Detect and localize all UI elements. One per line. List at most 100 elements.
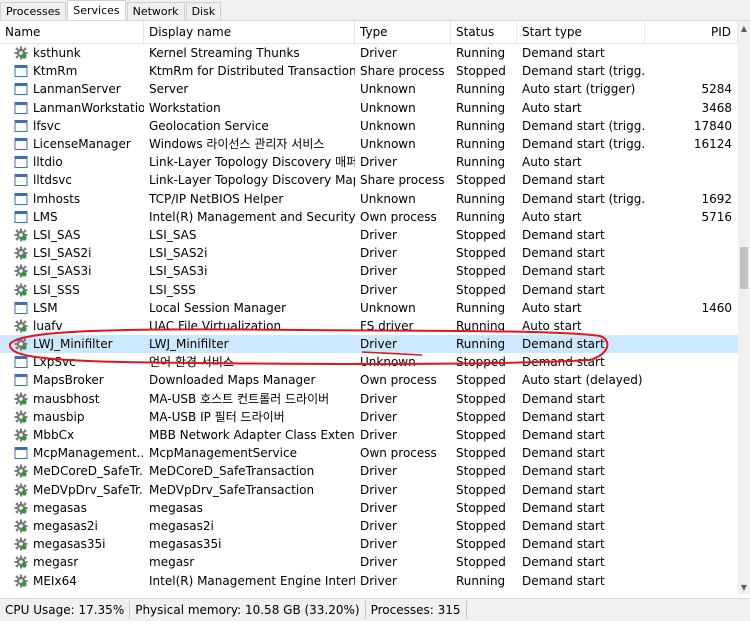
services-list: Name Display name Type Status Start type…: [0, 21, 738, 594]
column-header-status[interactable]: Status: [451, 21, 517, 43]
service-name-cell: lltdio: [0, 153, 144, 171]
service-start-type: Auto start: [522, 318, 582, 333]
table-row[interactable]: mausbhost MA-USB 호스트 컨트롤러 드라이버 Driver Stopp…: [0, 390, 738, 408]
table-row[interactable]: LanmanWorkstation Workstation Unknown Runni…: [0, 99, 738, 117]
service-type: Share process: [360, 173, 445, 188]
table-row[interactable]: LSI_SAS2i LSI_SAS2i Driver Stopped Demand st…: [0, 244, 738, 262]
service-display-name: Geolocation Service: [149, 118, 269, 133]
service-name-cell: LanmanServer: [0, 80, 144, 98]
gear-icon: [14, 501, 28, 515]
service-display-name: Server: [149, 82, 189, 97]
table-row[interactable]: megasas megasas Driver Stopped Demand start: [0, 499, 738, 517]
table-row[interactable]: LSI_SSS LSI_SSS Driver Stopped Demand start: [0, 280, 738, 298]
service-display-name: MeDVpDrv_SafeTransaction: [149, 482, 315, 497]
service-name-cell: ksthunk: [0, 44, 144, 62]
column-header-name[interactable]: Name: [0, 21, 144, 43]
table-row[interactable]: megasr megasr Driver Stopped Demand start: [0, 553, 738, 571]
service-display-name: LWJ_Minifilter: [149, 337, 229, 352]
tab-processes[interactable]: Processes: [0, 2, 67, 20]
service-status: Stopped: [456, 446, 506, 461]
service-name: mausbhost: [33, 391, 100, 406]
service-start-type: Demand start: [522, 173, 605, 188]
column-header-start-type[interactable]: Start type: [517, 21, 645, 43]
service-status: Running: [456, 318, 506, 333]
table-row[interactable]: LSI_SAS LSI_SAS Driver Stopped Demand start: [0, 226, 738, 244]
table-row[interactable]: LanmanServer Server Unknown Running Auto sta…: [0, 80, 738, 98]
service-name: LSI_SAS3i: [33, 264, 92, 279]
service-start-type: Demand start: [522, 355, 605, 370]
table-row[interactable]: luafv UAC File Virtualization FS driver Run…: [0, 317, 738, 335]
table-row[interactable]: mausbip MA-USB IP 필터 드라이버 Driver Stopped Dem…: [0, 408, 738, 426]
table-row[interactable]: MEIx64 Intel(R) Management Engine Interfa…: [0, 571, 738, 589]
scroll-down-arrow-icon[interactable]: ▼: [738, 580, 750, 594]
service-start-type: Auto start: [522, 100, 582, 115]
service-name: LSI_SSS: [33, 282, 80, 297]
service-type: Own process: [360, 373, 437, 388]
window-icon: [14, 301, 28, 315]
scroll-up-arrow-icon[interactable]: ▲: [738, 21, 750, 35]
table-row[interactable]: LSM Local Session Manager Unknown Running Au…: [0, 299, 738, 317]
service-status: Stopped: [456, 464, 506, 479]
service-start-type: Demand start: [522, 573, 605, 588]
service-name-cell: McpManagement...: [0, 444, 144, 462]
gear-icon: [14, 428, 28, 442]
tab-disk[interactable]: Disk: [185, 2, 222, 20]
service-pid: 3468: [701, 100, 732, 115]
service-name-cell: mausbhost: [0, 390, 144, 408]
column-header-pid[interactable]: PID: [645, 21, 738, 43]
table-row[interactable]: lfsvc Geolocation Service Unknown Running De…: [0, 117, 738, 135]
service-name-cell: megasas2i: [0, 517, 144, 535]
scroll-thumb[interactable]: [740, 247, 748, 289]
table-row[interactable]: LicenseManager Windows 라이선스 관리자 서비스 Unknow…: [0, 135, 738, 153]
table-row[interactable]: megasas35i megasas35i Driver Stopped Demand …: [0, 535, 738, 553]
service-display-name: LSI_SSS: [149, 282, 196, 297]
gear-icon: [14, 464, 28, 478]
table-row[interactable]: MapsBroker Downloaded Maps Manager Own pro…: [0, 371, 738, 389]
table-row[interactable]: ksthunk Kernel Streaming Thunks Driver Runn…: [0, 44, 738, 62]
table-row[interactable]: lltdsvc Link-Layer Topology Discovery Map…: [0, 171, 738, 189]
service-display-name: McpManagementService: [149, 446, 297, 461]
table-row[interactable]: megasas2i megasas2i Driver Stopped Demand st…: [0, 517, 738, 535]
table-row[interactable]: lmhosts TCP/IP NetBIOS Helper Unknown Runni…: [0, 190, 738, 208]
table-row[interactable]: KtmRm KtmRm for Distributed Transaction C…: [0, 62, 738, 80]
table-row[interactable]: MeDVpDrv_SafeTr... MeDVpDrv_SafeTransacti…: [0, 481, 738, 499]
service-name: MeDCoreD_SafeTr...: [33, 464, 144, 479]
column-header-display-name[interactable]: Display name: [144, 21, 355, 43]
vertical-scrollbar[interactable]: ▲ ▼: [738, 21, 750, 594]
column-header-type[interactable]: Type: [355, 21, 451, 43]
cpu-usage-text: CPU Usage: 17.35%: [0, 601, 131, 619]
table-row[interactable]: LMS Intel(R) Management and Security A...…: [0, 208, 738, 226]
service-status: Stopped: [456, 282, 506, 297]
service-status: Running: [456, 100, 506, 115]
service-status: Stopped: [456, 227, 506, 242]
table-row[interactable]: LSI_SAS3i LSI_SAS3i Driver Stopped Demand st…: [0, 262, 738, 280]
table-row[interactable]: LxpSvc 언어 환경 서비스 Unknown Stopped Demand star…: [0, 353, 738, 371]
service-name-cell: LSI_SAS2i: [0, 244, 144, 262]
table-row[interactable]: MbbCx MBB Network Adapter Class Extension…: [0, 426, 738, 444]
table-row[interactable]: LWJ_Minifilter LWJ_Minifilter Driver Runnin…: [0, 335, 738, 354]
service-display-name: Link-Layer Topology Discovery Map...: [149, 173, 355, 188]
service-display-name: LSI_SAS: [149, 227, 197, 242]
service-display-name: LSI_SAS2i: [149, 246, 208, 261]
service-display-name: Windows 라이선스 관리자 서비스: [149, 137, 325, 152]
service-type: Unknown: [360, 100, 416, 115]
service-status: Stopped: [456, 409, 506, 424]
tab-services[interactable]: Services: [67, 0, 126, 20]
service-start-type: Auto start (delayed): [522, 373, 643, 388]
table-row[interactable]: MeDCoreD_SafeTr... MeDCoreD_SafeTransacti…: [0, 462, 738, 480]
service-name-cell: LSI_SAS: [0, 226, 144, 244]
service-type: Driver: [360, 155, 397, 170]
service-display-name: megasas35i: [149, 537, 222, 552]
tab-network[interactable]: Network: [126, 2, 185, 20]
service-name: ksthunk: [33, 46, 81, 61]
service-start-type: Demand start: [522, 227, 605, 242]
service-display-name: megasr: [149, 555, 195, 570]
service-pid: 17840: [693, 118, 732, 133]
service-start-type: Demand start (trigg...: [522, 137, 645, 152]
service-name-cell: LWJ_Minifilter: [0, 335, 144, 353]
gear-icon: [14, 574, 28, 588]
service-name: LSI_SAS: [33, 227, 81, 242]
table-row[interactable]: lltdio Link-Layer Topology Discovery 매퍼 .…: [0, 153, 738, 171]
table-row[interactable]: McpManagement... McpManagementService Own …: [0, 444, 738, 462]
service-type: Driver: [360, 500, 397, 515]
